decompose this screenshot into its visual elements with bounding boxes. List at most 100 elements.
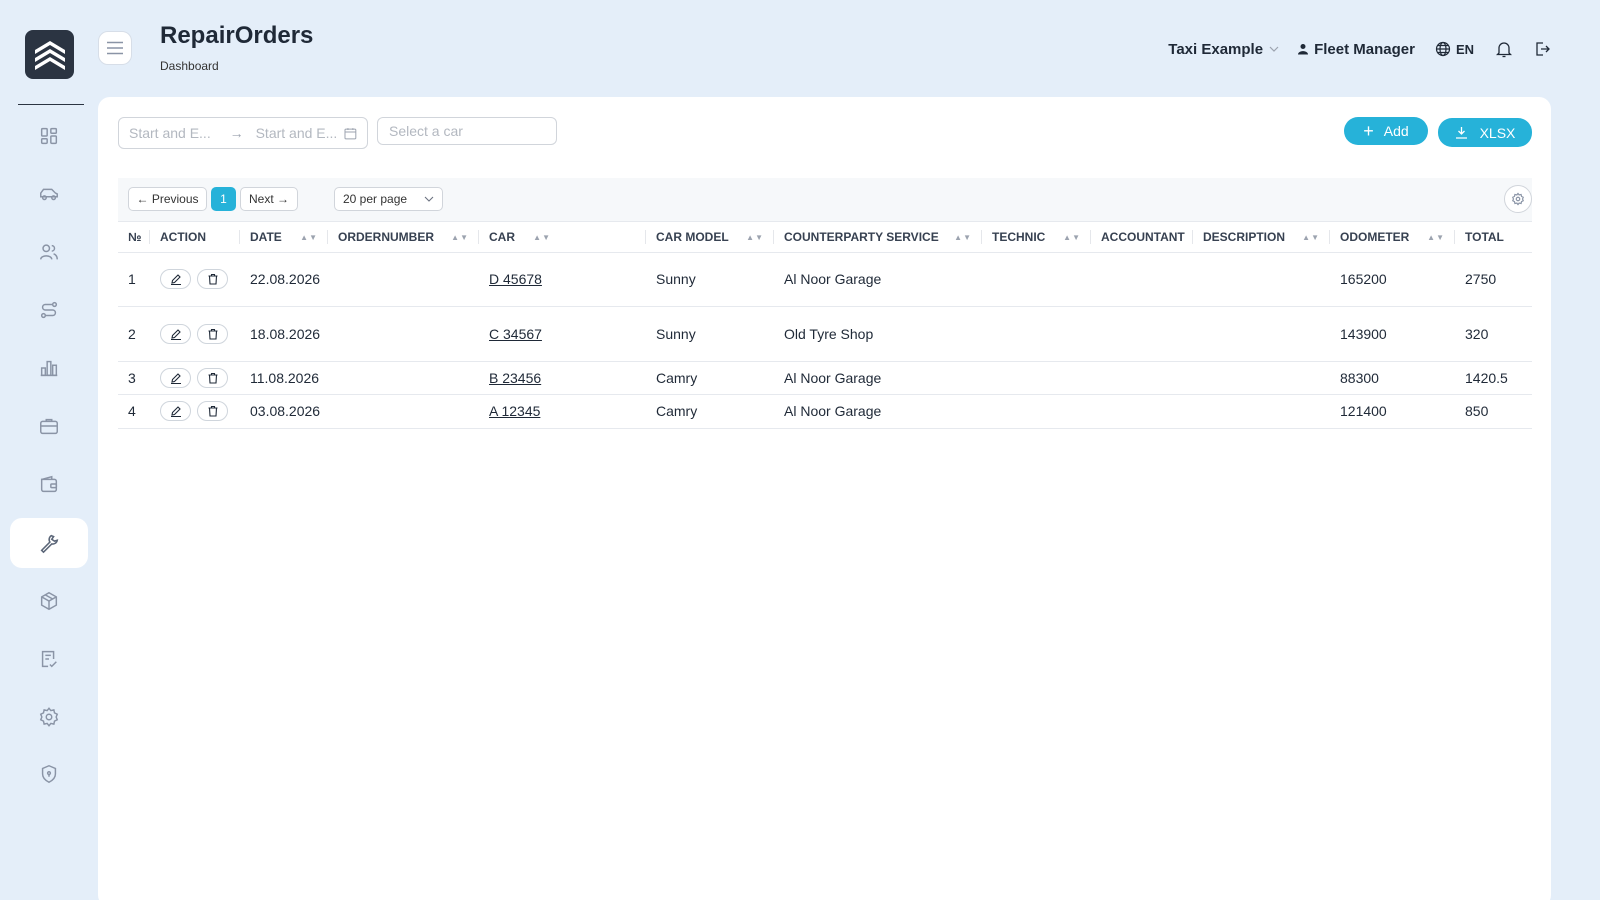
per-page-select[interactable]: 20 per page bbox=[334, 187, 443, 211]
briefcase-icon bbox=[40, 418, 58, 435]
edit-button[interactable] bbox=[160, 323, 191, 344]
delete-button[interactable] bbox=[197, 401, 228, 421]
delete-button[interactable] bbox=[197, 367, 228, 388]
language-select[interactable]: EN bbox=[1435, 41, 1474, 57]
sidebar-item-checklist[interactable] bbox=[10, 634, 88, 684]
logout-icon bbox=[1536, 42, 1550, 56]
next-page-button[interactable]: Next → bbox=[240, 187, 298, 211]
cell-total: 850 bbox=[1455, 394, 1532, 429]
cell-accountant bbox=[1091, 252, 1193, 307]
sidebar-item-wallet[interactable] bbox=[10, 459, 88, 509]
cell-ordernumber bbox=[328, 252, 479, 307]
sort-icon: ▲▼ bbox=[300, 233, 318, 242]
cell-car-link[interactable]: B 23456 bbox=[479, 361, 646, 395]
download-icon bbox=[1455, 127, 1467, 139]
sidebar-item-routes[interactable] bbox=[10, 285, 88, 335]
sort-icon: ▲▼ bbox=[1302, 233, 1320, 242]
sidebar-item-inventory[interactable] bbox=[10, 576, 88, 626]
notifications-button[interactable] bbox=[1496, 40, 1512, 58]
cell-description bbox=[1193, 394, 1330, 429]
sidebar-item-cars[interactable] bbox=[10, 169, 88, 219]
column-header-ordernumber[interactable]: ORDERNUMBER ▲▼ bbox=[328, 222, 479, 253]
bell-icon bbox=[1496, 42, 1512, 58]
pencil-icon bbox=[170, 406, 181, 417]
column-header-description[interactable]: DESCRIPTION ▲▼ bbox=[1193, 222, 1330, 253]
edit-button[interactable] bbox=[160, 269, 191, 289]
column-header-counterparty[interactable]: COUNTERPARTY SERVICE ▲▼ bbox=[774, 222, 982, 253]
sort-icon: ▲▼ bbox=[451, 233, 469, 242]
delete-button[interactable] bbox=[197, 323, 228, 344]
column-header-action: ACTION bbox=[150, 222, 240, 253]
main-card: Start and E... → Start and E... Select a… bbox=[98, 97, 1551, 900]
edit-button[interactable] bbox=[160, 367, 191, 388]
sort-icon: ▲▼ bbox=[1063, 233, 1081, 242]
add-button[interactable]: + Add bbox=[1344, 117, 1428, 145]
column-header-car-model[interactable]: CAR MODEL ▲▼ bbox=[646, 222, 774, 253]
cell-date: 22.08.2026 bbox=[240, 252, 328, 307]
previous-page-button[interactable]: ← Previous bbox=[128, 187, 207, 211]
add-button-label: Add bbox=[1383, 123, 1409, 139]
breadcrumb[interactable]: Dashboard bbox=[160, 59, 219, 73]
cell-car-link[interactable]: D 45678 bbox=[479, 252, 646, 307]
date-end-input[interactable]: Start and E... bbox=[256, 125, 345, 141]
sidebar-divider bbox=[18, 104, 84, 105]
table-toolbar: ← Previous 1 Next → 20 per page bbox=[118, 178, 1532, 222]
cell-car-link[interactable]: C 34567 bbox=[479, 306, 646, 362]
table-row: 2 18.08.2026 C 34567 Sunny Old Tyre Shop… bbox=[118, 306, 1532, 362]
date-start-input[interactable]: Start and E... bbox=[129, 125, 218, 141]
cell-technic bbox=[982, 361, 1091, 395]
sidebar-item-dashboard[interactable] bbox=[10, 111, 88, 161]
column-header-accountant: ACCOUNTANT bbox=[1091, 222, 1193, 253]
delete-button[interactable] bbox=[197, 269, 228, 289]
menu-toggle-button[interactable] bbox=[98, 31, 132, 65]
logo-chevrons-icon bbox=[34, 40, 65, 70]
cell-technic bbox=[982, 306, 1091, 362]
car-select[interactable]: Select a car bbox=[377, 117, 557, 145]
cell-odometer: 143900 bbox=[1330, 306, 1455, 362]
cell-accountant bbox=[1091, 394, 1193, 429]
table-row: 3 11.08.2026 B 23456 Camry Al Noor Garag… bbox=[118, 361, 1532, 395]
logout-button[interactable] bbox=[1534, 41, 1550, 57]
organization-select[interactable]: Taxi Example bbox=[1168, 41, 1279, 58]
column-header-technic[interactable]: TECHNIC ▲▼ bbox=[982, 222, 1091, 253]
cell-date: 11.08.2026 bbox=[240, 361, 328, 395]
edit-button[interactable] bbox=[160, 401, 191, 421]
pencil-icon bbox=[170, 274, 181, 285]
page-number-button[interactable]: 1 bbox=[211, 187, 236, 211]
sidebar-item-repair[interactable] bbox=[10, 518, 88, 568]
table-header-row: № ACTION DATE ▲▼ ORDERNUMBER ▲▼ CAR ▲▼ CAR … bbox=[118, 222, 1532, 253]
column-header-car[interactable]: CAR ▲▼ bbox=[479, 222, 646, 253]
table-row: 4 03.08.2026 A 12345 Camry Al Noor Garag… bbox=[118, 394, 1532, 429]
cell-odometer: 165200 bbox=[1330, 252, 1455, 307]
logo[interactable] bbox=[25, 30, 74, 79]
per-page-value: 20 per page bbox=[343, 192, 408, 206]
pencil-icon bbox=[170, 328, 181, 340]
column-header-date[interactable]: DATE ▲▼ bbox=[240, 222, 328, 253]
user-menu[interactable]: Fleet Manager bbox=[1297, 41, 1415, 58]
sidebar-item-users[interactable] bbox=[10, 227, 88, 277]
user-icon bbox=[1298, 44, 1309, 55]
column-header-total[interactable]: TOTAL bbox=[1455, 222, 1532, 253]
sidebar-item-reports[interactable] bbox=[10, 343, 88, 393]
pencil-icon bbox=[170, 372, 181, 384]
export-xlsx-button[interactable]: XLSX bbox=[1438, 118, 1532, 147]
hamburger-icon bbox=[107, 41, 123, 55]
cell-car-link[interactable]: A 12345 bbox=[479, 394, 646, 429]
sort-icon: ▲▼ bbox=[954, 233, 972, 242]
cell-number: 2 bbox=[118, 306, 150, 362]
car-icon bbox=[40, 188, 58, 201]
cell-car-model: Sunny bbox=[646, 306, 774, 362]
cell-car-model: Camry bbox=[646, 361, 774, 395]
language-code: EN bbox=[1455, 41, 1474, 57]
cell-total: 320 bbox=[1455, 306, 1532, 362]
date-range-picker[interactable]: Start and E... → Start and E... bbox=[118, 117, 368, 149]
column-header-odometer[interactable]: ODOMETER ▲▼ bbox=[1330, 222, 1455, 253]
repair-orders-table-wrap: № ACTION DATE ▲▼ ORDERNUMBER ▲▼ CAR ▲▼ CAR … bbox=[118, 222, 1532, 429]
sidebar-item-security[interactable] bbox=[10, 749, 88, 799]
cell-description bbox=[1193, 306, 1330, 362]
table-settings-button[interactable] bbox=[1504, 185, 1532, 213]
sidebar-item-settings[interactable] bbox=[10, 692, 88, 742]
route-icon bbox=[40, 301, 58, 319]
cell-technic bbox=[982, 394, 1091, 429]
sidebar-item-business[interactable] bbox=[10, 401, 88, 451]
